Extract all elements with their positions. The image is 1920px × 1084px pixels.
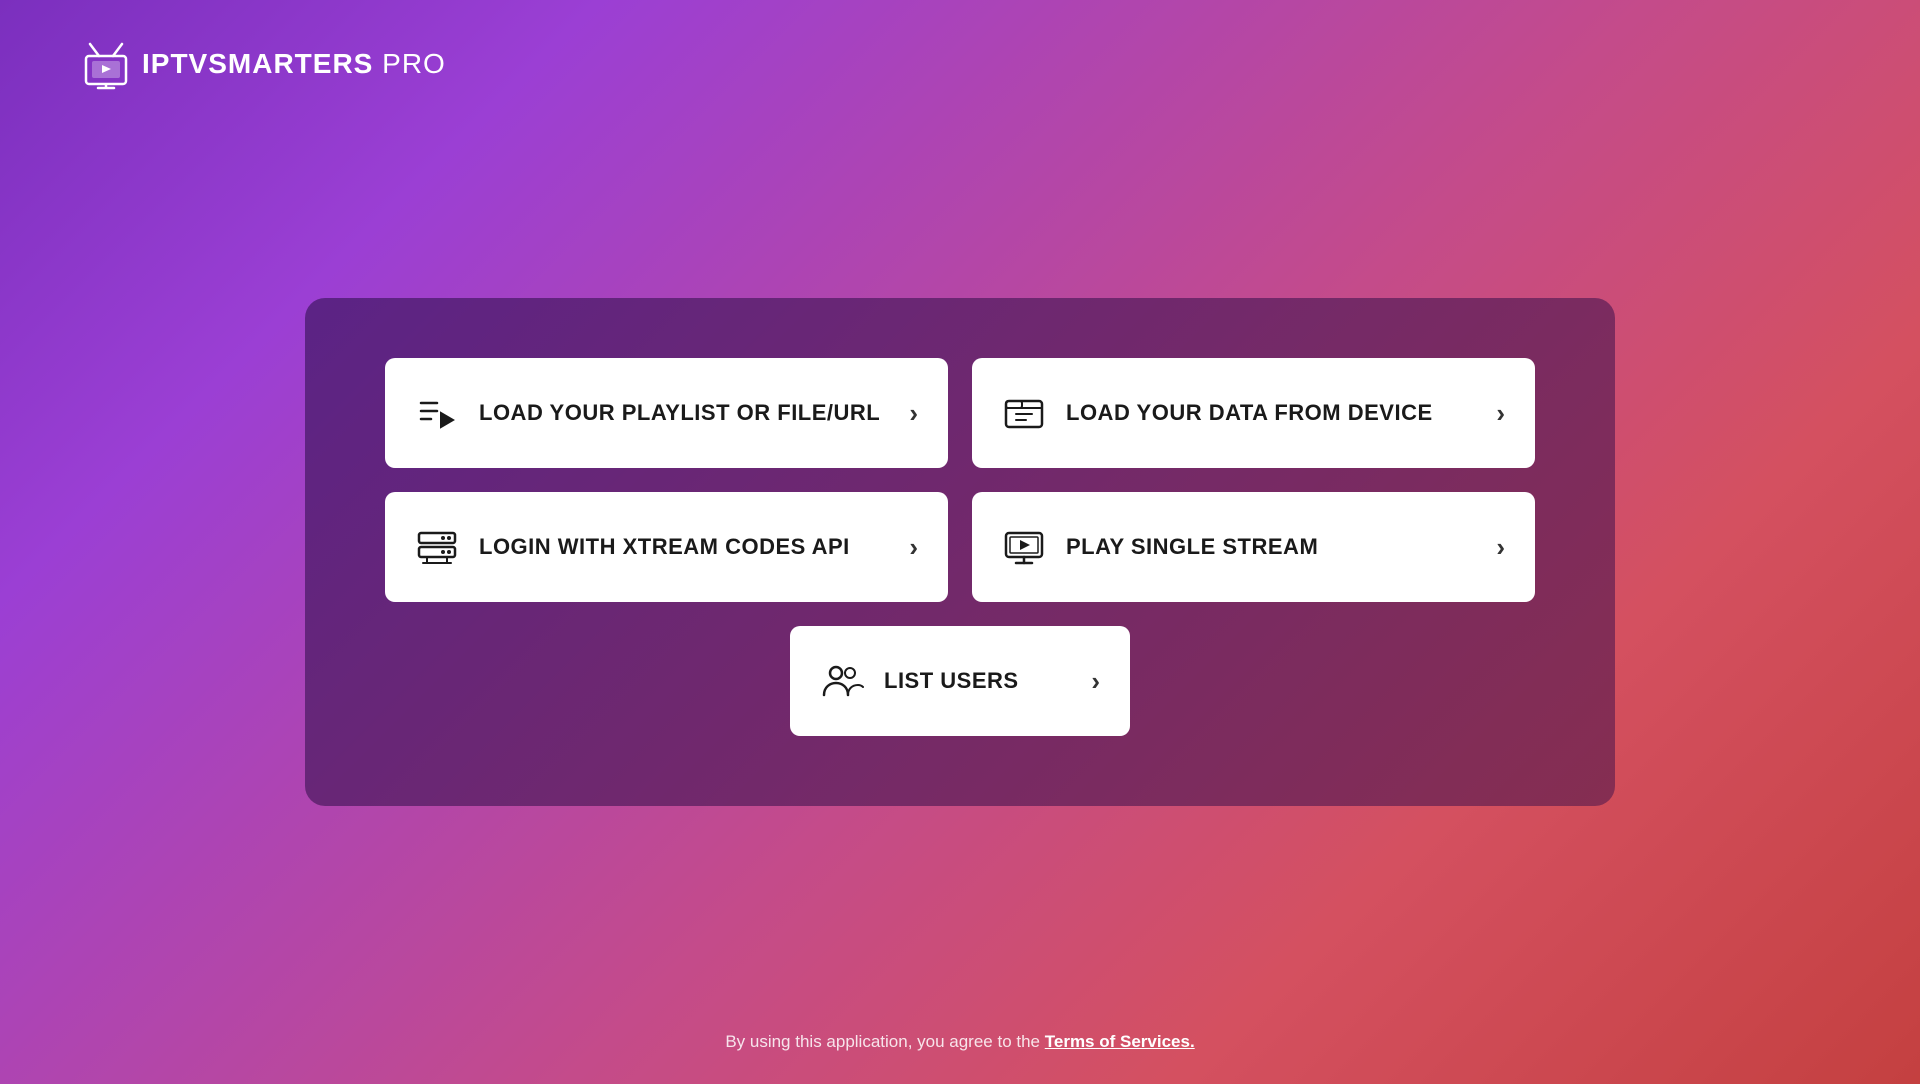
device-label: LOAD YOUR DATA FROM DEVICE <box>1066 400 1476 426</box>
logo: IPTVSMARTERS PRO <box>80 38 446 90</box>
xtream-button[interactable]: LOGIN WITH XTREAM CODES API › <box>385 492 948 602</box>
playlist-button[interactable]: LOAD YOUR PLAYLIST OR FILE/URL › <box>385 358 948 468</box>
main-card: LOAD YOUR PLAYLIST OR FILE/URL › LOAD YO… <box>305 298 1615 806</box>
device-button[interactable]: LOAD YOUR DATA FROM DEVICE › <box>972 358 1535 468</box>
single-stream-label: PLAY SINGLE STREAM <box>1066 534 1476 560</box>
single-stream-button[interactable]: PLAY SINGLE STREAM › <box>972 492 1535 602</box>
iptv-logo-icon <box>80 38 132 90</box>
footer-text: By using this application, you agree to … <box>725 1032 1044 1051</box>
list-users-icon <box>820 659 864 703</box>
single-stream-chevron: › <box>1496 532 1505 563</box>
device-icon <box>1002 391 1046 435</box>
playlist-label: LOAD YOUR PLAYLIST OR FILE/URL <box>479 400 889 426</box>
xtream-chevron: › <box>909 532 918 563</box>
device-chevron: › <box>1496 398 1505 429</box>
terms-link[interactable]: Terms of Services. <box>1045 1032 1195 1051</box>
button-row-3: LIST USERS › <box>385 626 1535 736</box>
list-users-chevron: › <box>1091 666 1100 697</box>
button-row-1: LOAD YOUR PLAYLIST OR FILE/URL › LOAD YO… <box>385 358 1535 468</box>
playlist-chevron: › <box>909 398 918 429</box>
list-users-label: LIST USERS <box>884 668 1071 694</box>
single-stream-icon <box>1002 525 1046 569</box>
xtream-icon <box>415 525 459 569</box>
xtream-label: LOGIN WITH XTREAM CODES API <box>479 534 889 560</box>
playlist-icon <box>415 391 459 435</box>
footer: By using this application, you agree to … <box>725 1032 1194 1052</box>
list-users-button[interactable]: LIST USERS › <box>790 626 1130 736</box>
logo-text: IPTVSMARTERS PRO <box>142 48 446 80</box>
button-row-2: LOGIN WITH XTREAM CODES API › PLAY SINGL… <box>385 492 1535 602</box>
